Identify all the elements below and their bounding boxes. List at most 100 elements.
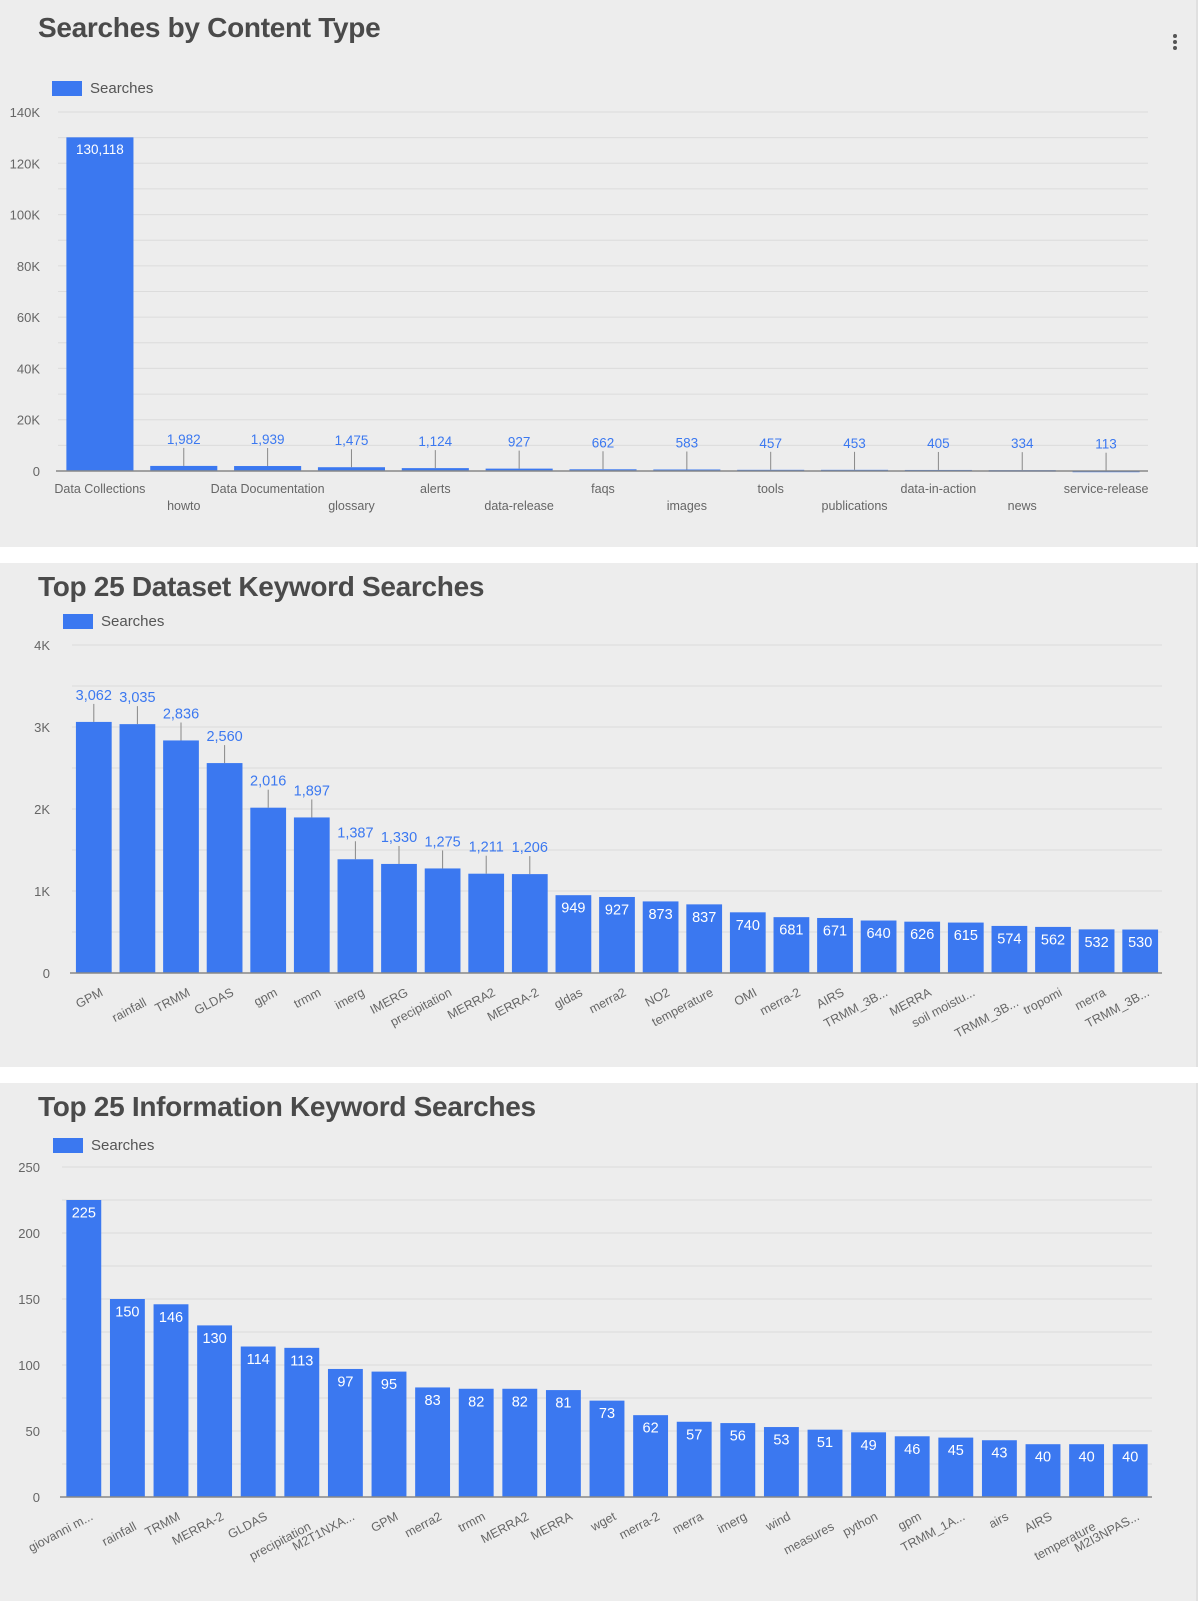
bar-value-label: 626 bbox=[910, 927, 934, 943]
bar bbox=[468, 873, 505, 973]
bar bbox=[284, 1347, 320, 1497]
x-tick-label: tools bbox=[757, 482, 783, 496]
y-tick-label: 140K bbox=[10, 105, 41, 120]
x-tick-label: gldas bbox=[552, 985, 585, 1011]
bar-value-label: 82 bbox=[512, 1394, 528, 1410]
x-tick-label: imerg bbox=[333, 985, 367, 1012]
bar bbox=[511, 874, 548, 973]
bar-value-label: 453 bbox=[843, 436, 866, 451]
y-tick-label: 20K bbox=[17, 413, 40, 428]
bar-chart-content-type: 0 20K 40K 60K 80K 100K 120K 140K 130,118 Data Col… bbox=[10, 105, 1149, 513]
bar-value-label: 662 bbox=[592, 435, 615, 450]
bar-value-label: 615 bbox=[954, 928, 978, 944]
y-tick-label: 80K bbox=[17, 259, 40, 274]
bar-value-label: 837 bbox=[692, 910, 716, 926]
bar-value-label: 113 bbox=[1095, 437, 1117, 452]
bar-value-label: 130,118 bbox=[76, 142, 124, 157]
bar-value-label: 681 bbox=[779, 923, 803, 939]
bar-value-label: 671 bbox=[823, 923, 847, 939]
y-tick-label: 3K bbox=[34, 720, 50, 735]
x-tick-label: glossary bbox=[328, 499, 375, 513]
bar bbox=[163, 740, 199, 973]
bar-value-label: 46 bbox=[904, 1442, 920, 1458]
x-tick-label: news bbox=[1008, 499, 1037, 513]
bar-value-label: 95 bbox=[381, 1377, 397, 1393]
bar-value-label: 225 bbox=[72, 1206, 96, 1222]
bar-value-label: 49 bbox=[861, 1438, 877, 1454]
x-tick-label: trmm bbox=[291, 985, 323, 1011]
x-tick-label: python bbox=[840, 1509, 880, 1539]
x-tick-label: airs bbox=[986, 1509, 1010, 1531]
bar-value-label: 873 bbox=[648, 907, 672, 923]
bar-value-label: 56 bbox=[730, 1429, 746, 1445]
bar bbox=[240, 1346, 276, 1497]
x-tick-label: merra-2 bbox=[758, 985, 803, 1018]
bar-value-label: 82 bbox=[468, 1394, 484, 1410]
bar-value-label: 2,560 bbox=[206, 729, 242, 745]
bar-value-label: 3,062 bbox=[76, 688, 112, 704]
bar bbox=[250, 807, 287, 973]
x-tick-label: howto bbox=[167, 499, 200, 513]
bar bbox=[337, 859, 374, 973]
bar-value-label: 40 bbox=[1122, 1450, 1138, 1466]
bar-value-label: 73 bbox=[599, 1406, 615, 1422]
bar bbox=[153, 1304, 189, 1497]
x-tick-label: GLDAS bbox=[226, 1509, 270, 1541]
bar bbox=[424, 868, 461, 973]
x-tick-label: wind bbox=[763, 1509, 793, 1534]
x-tick-label: GPM bbox=[73, 985, 105, 1011]
x-tick-label: AIRS bbox=[1022, 1509, 1054, 1535]
bar-value-label: 113 bbox=[290, 1353, 313, 1369]
y-tick-label: 4K bbox=[34, 638, 50, 653]
y-tick-label: 60K bbox=[17, 310, 40, 325]
bar-value-label: 146 bbox=[159, 1310, 183, 1326]
y-tick-label: 0 bbox=[43, 966, 50, 981]
bar-value-label: 45 bbox=[948, 1443, 964, 1459]
x-tick-label: rainfall bbox=[100, 1519, 139, 1549]
bar-value-label: 51 bbox=[817, 1435, 833, 1451]
bar-value-label: 40 bbox=[1079, 1450, 1095, 1466]
bar-value-label: 457 bbox=[759, 436, 782, 451]
x-tick-label: faqs bbox=[591, 482, 615, 496]
x-tick-label: gpm bbox=[252, 985, 280, 1009]
x-tick-label: data-release bbox=[484, 499, 554, 513]
y-tick-label: 120K bbox=[10, 156, 41, 171]
bar-value-label: 40 bbox=[1035, 1450, 1051, 1466]
bar-value-label: 405 bbox=[927, 436, 950, 451]
y-tick-label: 1K bbox=[34, 884, 50, 899]
y-tick-label: 40K bbox=[17, 361, 40, 376]
bar bbox=[206, 763, 243, 973]
bar-value-label: 3,035 bbox=[119, 690, 155, 706]
bar-value-label: 43 bbox=[991, 1446, 1007, 1462]
bar-chart-dataset-keywords: 0 1K 2K 3K 4K 3,062 GPM 3,035 rainfall 2,836 TRMM 2… bbox=[34, 638, 1162, 1041]
bar-value-label: 130 bbox=[202, 1331, 226, 1347]
bar-value-label: 53 bbox=[773, 1433, 789, 1449]
x-tick-label: data-in-action bbox=[901, 482, 977, 496]
bar bbox=[109, 1299, 145, 1497]
x-tick-label: TRMM bbox=[153, 985, 193, 1015]
bar-value-label: 949 bbox=[561, 901, 585, 917]
bar-value-label: 927 bbox=[508, 435, 531, 450]
bar-value-label: 562 bbox=[1041, 932, 1065, 948]
bar-chart-information-keywords: 0 50 100 150 200 250 225 giovanni m... 150 rainfa… bbox=[18, 1160, 1152, 1563]
y-tick-label: 0 bbox=[33, 464, 40, 479]
y-tick-label: 150 bbox=[18, 1292, 40, 1307]
x-tick-label: GLDAS bbox=[192, 985, 236, 1017]
y-tick-label: 2K bbox=[34, 802, 50, 817]
bar bbox=[66, 1200, 102, 1497]
bar bbox=[381, 863, 417, 973]
bar-value-label: 2,836 bbox=[163, 706, 199, 722]
bar bbox=[197, 1325, 233, 1497]
x-tick-label: OMI bbox=[732, 985, 759, 1008]
bar-value-label: 1,939 bbox=[251, 432, 285, 447]
x-tick-label: merra2 bbox=[587, 985, 629, 1016]
bar-value-label: 532 bbox=[1084, 935, 1108, 951]
bar-value-label: 1,330 bbox=[381, 830, 417, 846]
bar bbox=[75, 721, 112, 973]
bar-value-label: 1,387 bbox=[337, 825, 373, 841]
x-tick-label: GPM bbox=[369, 1509, 401, 1535]
dataset-keyword-panel: Top 25 Dataset Keyword Searches Searches… bbox=[0, 563, 1198, 1067]
x-tick-label: gpm bbox=[896, 1509, 924, 1533]
bar-value-label: 640 bbox=[866, 926, 890, 942]
y-tick-label: 250 bbox=[18, 1160, 40, 1175]
